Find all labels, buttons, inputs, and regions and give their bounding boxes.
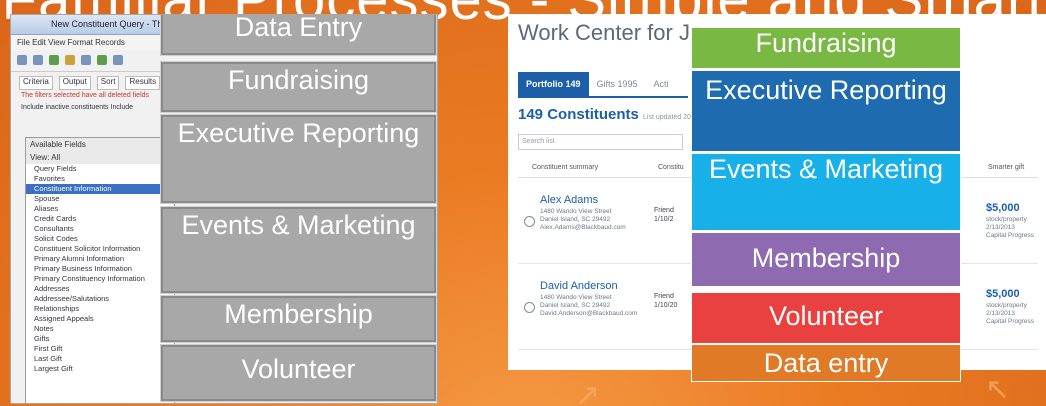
toolbar-filter-icon[interactable] [49,55,59,65]
column-header-gift[interactable]: Smarter gift [988,164,1024,171]
gift-fund: Capital Progress [986,232,1035,239]
label-fundraising: Fundraising [161,62,436,112]
gift-amount: $5,000 [986,288,1020,300]
field-tree-item[interactable]: Query Fields [26,164,174,174]
toolbar-help-icon[interactable] [113,55,123,65]
field-tree-item[interactable]: Favorites [26,174,174,184]
label-executive-reporting: Executive Reporting [161,115,436,203]
field-tree-item[interactable]: Solicit Codes [26,234,174,244]
field-tree-item[interactable]: Primary Alumni Information [26,254,174,264]
tab-sort[interactable]: Sort [96,76,120,90]
tab-actions[interactable]: Acti [646,72,677,96]
gift-detail: stock/property 2/13/2013 Capital Progres… [986,302,1034,326]
tab-results[interactable]: Results [125,76,161,90]
field-tree-item[interactable]: Last Gift [26,354,174,364]
constituent-name[interactable]: Alex Adams [540,194,598,206]
label-data-entry: Data entry [691,344,961,382]
label-executive-reporting: Executive Reporting [691,70,961,152]
field-tree-item[interactable]: Notes [26,324,174,334]
gift-detail: stock/property 2/13/2013 Capital Progres… [986,216,1034,240]
toolbar-print-icon[interactable] [33,55,43,65]
field-tree-item[interactable]: Constituent Solicitor Information [26,244,174,254]
label-data-entry: Data Entry [161,15,436,55]
toolbar-sort-icon[interactable] [65,55,75,65]
field-tree-item[interactable]: Constituent Information [26,184,174,194]
label-membership: Membership [691,232,961,287]
fields-view-select[interactable]: View: All [26,151,174,164]
field-tree-item[interactable]: Primary Constituency Information [26,274,174,284]
legacy-app-screenshot: New Constituent Query - The Raiser's Edg… [10,14,438,404]
label-volunteer: Volunteer [691,292,961,344]
gift-amount: $5,000 [986,202,1020,214]
decorative-arrow-icon: ↗ [575,379,601,406]
label-volunteer: Volunteer [161,345,436,401]
expand-row-icon[interactable] [524,216,535,227]
field-tree-item[interactable]: Aliases [26,204,174,214]
field-tree-item[interactable]: Spouse [26,194,174,204]
field-tree-item[interactable]: Addresses [26,284,174,294]
label-events-marketing: Events & Marketing [691,153,961,231]
label-events-marketing: Events & Marketing [161,207,436,293]
available-fields-caption: Available Fields [26,138,174,151]
field-tree-item[interactable]: Credit Cards [26,214,174,224]
column-header-constituency[interactable]: Constitu [658,164,684,171]
field-tree-item[interactable]: Assigned Appeals [26,314,174,324]
field-tree-item[interactable]: Largest Gift [26,364,174,374]
constituency-type: Friend [654,207,674,214]
field-tree-item[interactable]: Relationships [26,304,174,314]
constituent-name[interactable]: David Anderson [540,280,618,292]
field-tree-item[interactable]: Addressee/Salutations [26,294,174,304]
constituency-info: Friend 1/10/2 [654,206,674,224]
address-line: Daniel Island, SC 29492 [540,216,611,223]
gift-type: stock/property [986,216,1027,223]
address-line: 1480 Wando View Street [540,294,612,301]
email-link[interactable]: David.Anderson@Blackbaud.com [540,310,637,318]
web-app-screenshot: Work Center for Jam Portfolio 149 Gifts … [508,14,1046,370]
field-tree: Query Fields Favorites Constituent Informa… [26,164,174,374]
search-input[interactable]: Search list [518,134,683,150]
toolbar-save-icon[interactable] [17,55,27,65]
available-fields-panel: Available Fields View: All Query Fields F… [25,137,175,403]
gift-date: 2/13/2013 [986,224,1015,231]
work-center-tabs: Portfolio 149 Gifts 1995 Acti [518,72,688,98]
toolbar-export-icon[interactable] [97,55,107,65]
constituent-address: 1480 Wando View Street Daniel Island, SC… [540,294,637,318]
address-line: Daniel Island, SC 29492 [540,302,611,309]
toolbar-run-icon[interactable] [81,55,91,65]
field-tree-item[interactable]: First Gift [26,344,174,354]
constituency-type: Friend [654,293,674,300]
tab-portfolio[interactable]: Portfolio 149 [518,72,589,96]
decorative-arrow-icon: ↖ [985,373,1011,406]
label-membership: Membership [161,296,436,342]
column-header-summary[interactable]: Constituent summary [532,164,598,171]
address-line: 1480 Wando View Street [540,208,612,215]
email-link[interactable]: Alex.Adams@Blackbaud.com [540,224,626,232]
constituent-address: 1480 Wando View Street Daniel Island, SC… [540,208,626,232]
constituent-count: 149 Constituents List updated 20 mi [518,106,700,123]
expand-row-icon[interactable] [524,302,535,313]
tab-output[interactable]: Output [58,76,91,90]
field-tree-item[interactable]: Consultants [26,224,174,234]
gift-type: stock/property [986,302,1027,309]
constituency-date: 1/10/20 [654,302,678,309]
tab-criteria[interactable]: Criteria [19,76,53,90]
field-tree-item[interactable]: Primary Business Information [26,264,174,274]
field-tree-item[interactable]: Gifts [26,334,174,344]
gift-date: 2/13/2013 [986,310,1015,317]
constituency-info: Friend 1/10/20 [654,292,677,310]
tab-gifts[interactable]: Gifts 1995 [589,72,646,96]
constituent-count-value: 149 Constituents [518,106,639,123]
label-fundraising: Fundraising [691,27,961,69]
constituency-date: 1/10/2 [654,216,674,223]
gift-fund: Capital Progress [986,318,1035,325]
